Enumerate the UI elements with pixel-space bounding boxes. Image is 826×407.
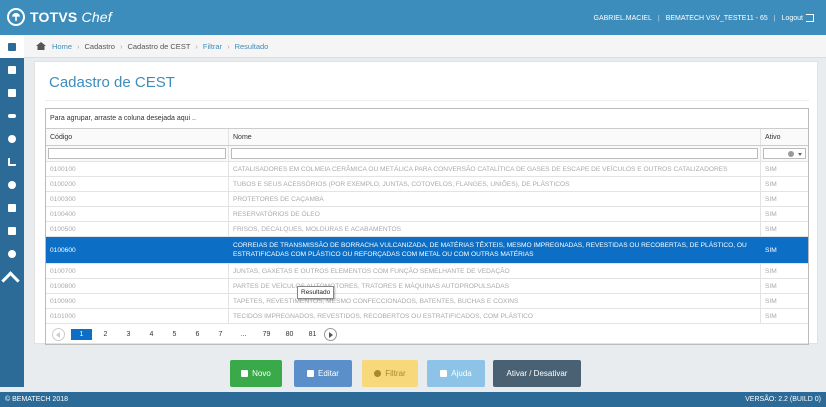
column-header-nome[interactable]: Nome <box>229 129 761 145</box>
version: VERSÃO: 2.2 (BUILD 0) <box>745 396 821 403</box>
sidebar-item-manual[interactable] <box>0 196 24 219</box>
previous-page-icon[interactable] <box>52 327 65 341</box>
totvs-logo-icon <box>7 8 25 26</box>
column-header-ativo[interactable]: Ativo <box>761 129 808 145</box>
user-area: GABRIEL.MACIEL | BEMATECH VSV_TESTE11 - … <box>593 14 814 22</box>
page-ellipsis[interactable]: ... <box>232 331 255 338</box>
chart-icon <box>8 157 16 166</box>
chevron-down-icon[interactable] <box>798 153 802 156</box>
page-79[interactable]: 79 <box>255 331 278 338</box>
table-row[interactable]: 0100300 PROTETORES DE CAÇAMBA SIM <box>46 192 808 207</box>
sidebar-item-settings[interactable] <box>0 173 24 196</box>
action-bar: Novo Editar Filtrar Ajuda Ativar / Desat… <box>24 346 826 392</box>
sidebar-item-info[interactable] <box>0 242 24 265</box>
copyright: © BEMATECH 2018 <box>5 396 68 403</box>
page-80[interactable]: 80 <box>278 331 301 338</box>
data-grid: Para agrupar, arraste a coluna desejada … <box>45 108 809 345</box>
next-page-icon[interactable] <box>324 327 337 341</box>
user-name: GABRIEL.MACIEL <box>593 14 652 22</box>
plus-icon <box>241 370 249 377</box>
table-row[interactable]: 0101000 TECIDOS IMPREGNADOS, REVESTIDOS,… <box>46 309 808 324</box>
home-icon[interactable] <box>36 42 46 50</box>
gear-icon <box>8 180 16 189</box>
group-panel[interactable]: Para agrupar, arraste a coluna desejada … <box>46 109 808 129</box>
breadcrumb-resultado[interactable]: Resultado <box>235 42 269 51</box>
filtrar-button[interactable]: Filtrar <box>362 360 418 387</box>
dashboard-icon <box>8 42 16 51</box>
editar-button[interactable]: Editar <box>294 360 352 387</box>
sidebar-collapse-icon[interactable] <box>0 271 24 285</box>
table-row[interactable]: 0100200 TUBOS E SEUS ACESSÓRIOS (POR EXE… <box>46 177 808 192</box>
grid-header-row: Código Nome Ativo <box>46 129 808 146</box>
breadcrumb-filtrar[interactable]: Filtrar <box>203 42 222 51</box>
brand-name: TOTVS Chef <box>30 9 112 25</box>
ativo-filter-select[interactable] <box>763 148 806 159</box>
money-icon <box>8 134 16 143</box>
page-3[interactable]: 3 <box>117 331 140 338</box>
breadcrumb-home[interactable]: Home <box>52 42 72 51</box>
top-bar: TOTVS Chef GABRIEL.MACIEL | BEMATECH VSV… <box>0 0 826 35</box>
novo-button[interactable]: Novo <box>230 360 282 387</box>
page-4[interactable]: 4 <box>140 331 163 338</box>
page-title: Cadastro de CEST <box>49 74 175 91</box>
book-icon <box>8 65 16 74</box>
nome-filter-input[interactable] <box>231 148 758 159</box>
table-row[interactable]: 0100900 TAPETES, REVESTIMENTOS, MESMO CO… <box>46 294 808 309</box>
sidebar-item-dashboard[interactable] <box>0 35 24 58</box>
help-icon <box>440 370 448 377</box>
sidebar-item-documents[interactable] <box>0 81 24 104</box>
document-icon <box>8 88 16 97</box>
pagination: 1 2 3 4 5 6 7 ... 79 80 81 <box>46 324 808 344</box>
ajuda-button[interactable]: Ajuda <box>427 360 485 387</box>
logo[interactable]: TOTVS Chef <box>7 8 112 26</box>
page-5[interactable]: 5 <box>163 331 186 338</box>
table-row[interactable]: 0100800 PARTES DE VEÍCULOS AUTOMOTORES, … <box>46 279 808 294</box>
grid-filter-row <box>46 146 808 162</box>
table-row-selected[interactable]: 0100600 CORREIAS DE TRANSMISSÃO DE BORRA… <box>46 237 808 264</box>
table-row[interactable]: 0100400 RESERVATÓRIOS DE ÓLEO SIM <box>46 207 808 222</box>
edit-icon <box>307 370 315 377</box>
tooltip: Resultado <box>297 286 335 299</box>
search-icon <box>374 370 382 377</box>
footer: © BEMATECH 2018 VERSÃO: 2.2 (BUILD 0) <box>0 392 826 407</box>
page-6[interactable]: 6 <box>186 331 209 338</box>
sidebar <box>0 35 24 387</box>
content-card: Cadastro de CEST Para agrupar, arraste a… <box>34 61 818 345</box>
clear-filter-icon[interactable] <box>788 151 794 157</box>
sidebar-item-finance[interactable] <box>0 127 24 150</box>
page-7[interactable]: 7 <box>209 331 232 338</box>
breadcrumb: Home › Cadastro › Cadastro de CEST › Fil… <box>24 35 826 58</box>
open-book-icon <box>8 203 16 212</box>
table-row[interactable]: 0100100 CATALISADORES EM COLMEIA CERÂMIC… <box>46 162 808 177</box>
breadcrumb-cadastro-cest: Cadastro de CEST <box>127 41 191 51</box>
breadcrumb-cadastro: Cadastro <box>84 41 115 51</box>
table-row[interactable]: 0100500 FRISOS, DECALQUES, MOLDURAS E AC… <box>46 222 808 237</box>
page-2[interactable]: 2 <box>94 331 117 338</box>
logout-icon[interactable] <box>806 14 814 22</box>
sidebar-item-tools[interactable] <box>0 104 24 127</box>
table-row[interactable]: 0100700 JUNTAS, GAXETAS E OUTROS ELEMENT… <box>46 264 808 279</box>
page-81[interactable]: 81 <box>301 331 324 338</box>
codigo-filter-input[interactable] <box>48 148 226 159</box>
page-1[interactable]: 1 <box>71 328 92 340</box>
column-header-codigo[interactable]: Código <box>46 129 229 145</box>
sidebar-item-reports[interactable] <box>0 150 24 173</box>
sidebar-item-print[interactable] <box>0 219 24 242</box>
print-icon <box>8 226 16 235</box>
info-icon <box>8 249 16 258</box>
wrench-icon <box>8 113 16 118</box>
sidebar-item-cadastro[interactable] <box>0 58 24 81</box>
ativar-desativar-button[interactable]: Ativar / Desativar <box>493 360 581 387</box>
logout-link[interactable]: Logout <box>782 15 803 22</box>
environment-name: BEMATECH VSV_TESTE11 - 65 <box>665 14 768 22</box>
